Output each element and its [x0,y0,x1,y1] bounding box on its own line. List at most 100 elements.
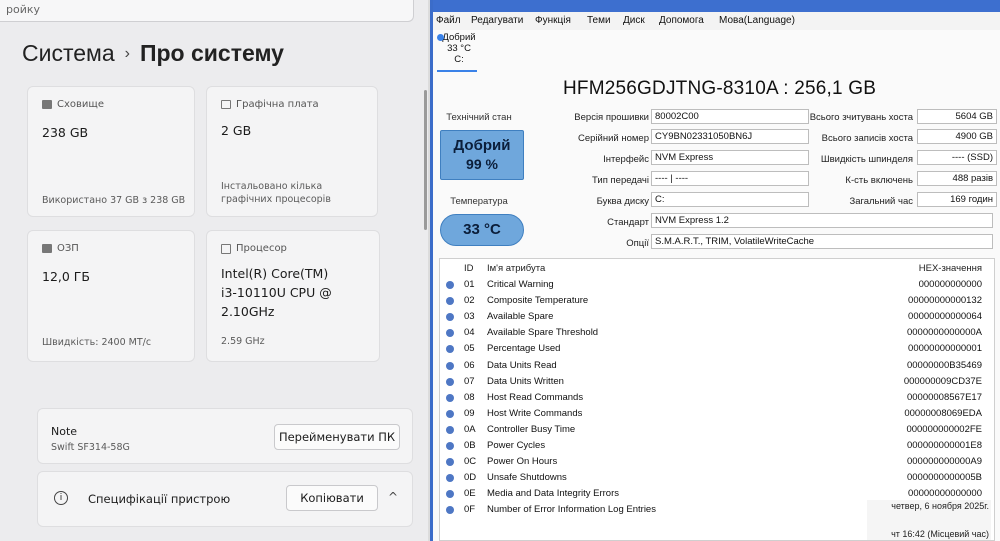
table-row[interactable]: 09 Host Write Commands 00000008069EDA [440,406,994,422]
ram-card[interactable]: ОЗП 12,0 ГБ Швидкість: 2400 MT/с [27,230,195,362]
attribute-name: Host Write Commands [487,407,583,419]
attribute-name: Available Spare Threshold [487,327,599,339]
attribute-id: 0C [464,456,477,468]
attribute-id: 03 [464,311,475,323]
smart-table-header: ID Ім'я атрибута HEX-значення [440,259,994,277]
attribute-name: Data Units Written [487,375,564,387]
table-row[interactable]: 02 Composite Temperature 00000000000132 [440,293,994,309]
copy-button[interactable]: Копіювати [286,485,378,511]
attribute-raw: 000000000000 [918,279,982,290]
attribute-id: 05 [464,343,475,355]
cpu-speed: 2.59 GHz [221,336,265,347]
header-id[interactable]: ID [464,263,474,274]
serial-label: Серійний номер [578,133,649,144]
disk-tab-letter: C: [454,54,464,65]
transfer-label: Тип передачі [592,175,649,186]
menu-edit[interactable]: Редагувати [471,15,523,26]
menu-language[interactable]: Мова(Language) [719,15,795,26]
settings-search-input[interactable]: ройку [0,0,414,22]
attribute-id: 09 [464,407,475,419]
device-specs-card[interactable]: i Специфікації пристрою Копіювати ^ [37,471,413,527]
storage-value: 238 GB [42,125,89,140]
attribute-name: Media and Data Integrity Errors [487,488,620,500]
attribute-raw: 0000000000000A [906,327,982,339]
health-status-box[interactable]: Добрий 99 % [440,130,524,180]
temperature-box[interactable]: 33 °C [440,214,524,246]
attribute-name: Composite Temperature [487,295,589,307]
cpu-value-1: Intel(R) Core(TM) [221,266,329,281]
menu-file[interactable]: Файл [436,15,461,26]
attribute-name: Host Read Commands [487,391,584,403]
status-dot-icon [446,361,454,370]
cpu-card[interactable]: Процесор Intel(R) Core(TM) i3-10110U CPU… [206,230,380,362]
gpu-icon [221,100,231,109]
chevron-up-icon[interactable]: ^ [388,490,398,504]
settings-scrollbar[interactable] [424,90,427,230]
storage-label: Сховище [57,99,104,110]
interface-label: Інтерфейс [603,154,649,165]
health-label: Технічний стан [446,112,512,123]
attribute-raw: 000000009CD37E [903,375,982,387]
menu-disk[interactable]: Диск [623,15,645,26]
menu-theme[interactable]: Теми [587,15,611,26]
storage-icon [42,100,52,109]
table-row[interactable]: 04 Available Spare Threshold 0000000000000… [440,325,994,341]
attribute-raw: 00000008567E17 [906,391,982,403]
ram-icon [42,244,52,253]
attribute-id: 06 [464,359,475,371]
host-writes-label: Всього записів хоста [821,133,913,144]
ram-card-header: ОЗП [42,243,79,254]
menu-function[interactable]: Функція [535,15,571,26]
cpu-card-header: Процесор [221,243,287,254]
table-row[interactable]: 03 Available Spare 00000000000064 [440,309,994,325]
menu-help[interactable]: Допомога [659,15,704,26]
device-name: Note [51,425,78,438]
attribute-id: 01 [464,279,475,290]
attribute-name: Unsafe Shutdowns [487,472,567,484]
table-row[interactable]: 0C Power On Hours 000000000000A9 [440,454,994,470]
table-row[interactable]: 01 Critical Warning 000000000000 [440,277,994,293]
device-model: Swift SF314-58G [51,442,130,453]
status-dot-icon [446,345,454,354]
rename-pc-button[interactable]: Перейменувати ПК [274,424,400,450]
status-dot-icon [446,442,454,450]
table-row[interactable]: 08 Host Read Commands 00000008567E17 [440,390,994,406]
standard-value: NVM Express 1.2 [651,213,993,228]
table-row[interactable]: 0A Controller Busy Time 000000000002FE [440,422,994,438]
gpu-sub-2: графічних процесорів [221,194,331,205]
power-hours-value: 169 годин [917,192,997,207]
disk-tab-c[interactable]: Добрий 33 °C C: [437,32,477,72]
status-dot-icon [446,458,454,467]
breadcrumb-system[interactable]: Система [22,40,115,66]
gpu-value: 2 GB [221,123,252,138]
ram-value: 12,0 ГБ [42,269,91,284]
drive-letter-label: Буква диску [596,196,649,207]
table-row[interactable]: 0D Unsafe Shutdowns 0000000000005B [440,470,994,486]
disk-model-title: HFM256GDJTNG-8310A : 256,1 GB [563,78,877,99]
disk-tab-temp: 33 °C [447,43,471,54]
table-row[interactable]: 0B Power Cycles 000000000001E8 [440,438,994,454]
attribute-name: Controller Busy Time [487,423,576,435]
table-row[interactable]: 06 Data Units Read 00000000B35469 [440,358,994,374]
table-row[interactable]: 05 Percentage Used 00000000000001 [440,341,994,357]
ram-speed: Швидкість: 2400 MT/с [42,337,152,348]
status-dot-icon [446,329,454,338]
gpu-card[interactable]: Графічна плата 2 GB Інстальовано кілька … [206,86,378,217]
attribute-name: Number of Error Information Log Entries [487,504,656,516]
cpu-label: Процесор [236,243,287,254]
header-attribute-name[interactable]: Ім'я атрибута [487,263,545,274]
rotation-value: ---- (SSD) [917,150,997,165]
table-row[interactable]: 07 Data Units Written 000000009CD37E [440,374,994,390]
storage-card[interactable]: Сховище 238 GB Використано 37 GB з 238 G… [27,86,195,217]
status-dot-icon [446,393,454,402]
gpu-card-header: Графічна плата [221,99,319,110]
host-reads-label: Всього зчитувань хоста [809,112,913,123]
health-status: Добрий [453,137,511,154]
disk-tab-underline [437,70,477,72]
status-dot-icon [446,281,454,289]
smart-table[interactable]: ID Ім'я атрибута HEX-значення 01 Critical… [439,258,995,541]
status-dot-icon [446,377,454,386]
header-raw-value[interactable]: HEX-значення [919,263,982,274]
attribute-raw: 000000000000A9 [906,456,982,468]
host-writes-value: 4900 GB [917,129,997,144]
